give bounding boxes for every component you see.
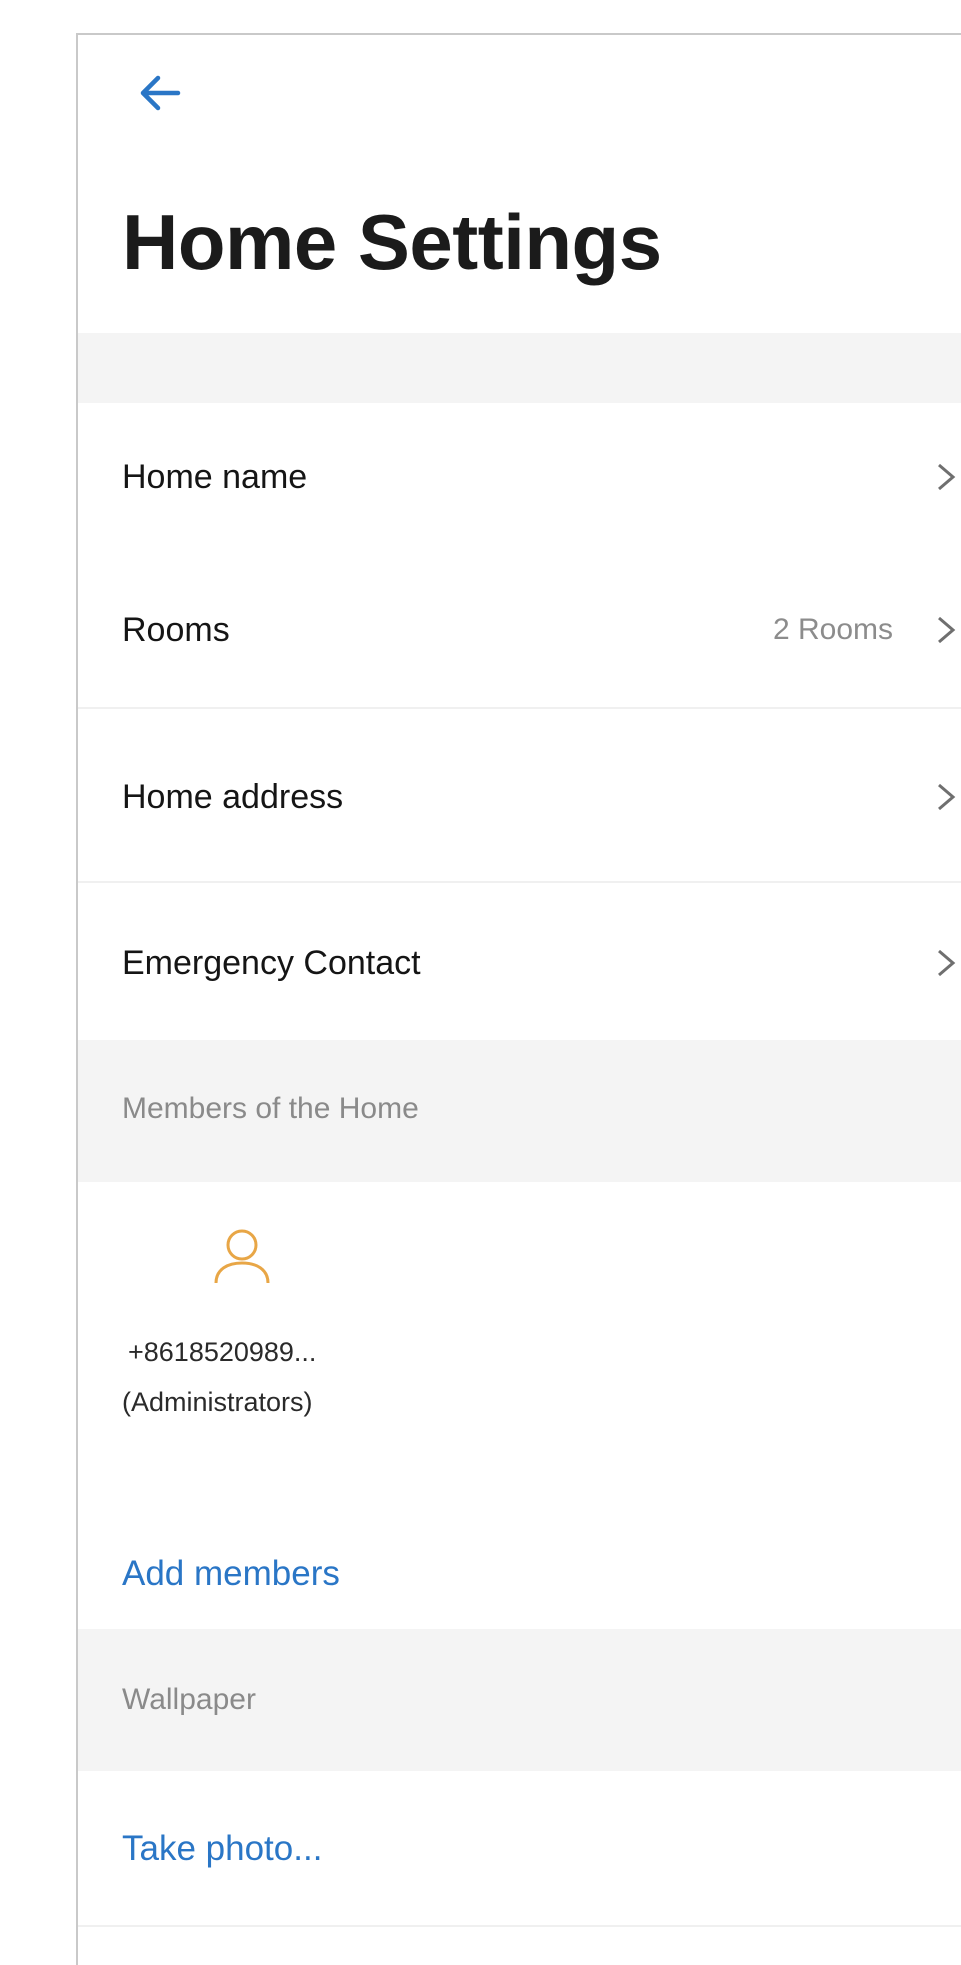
- back-button[interactable]: [132, 65, 188, 121]
- emergency-contact-label: Emergency Contact: [122, 943, 421, 982]
- arrow-left-icon: [140, 75, 181, 111]
- member-phone: +8618520989...: [128, 1337, 317, 1367]
- person-icon: [214, 1229, 270, 1284]
- home-address-label: Home address: [122, 777, 344, 816]
- rooms-row[interactable]: Rooms 2 Rooms: [78, 556, 961, 704]
- chevron-right-icon: [938, 463, 956, 491]
- section-gap: [78, 333, 961, 403]
- emergency-contact-row[interactable]: Emergency Contact: [78, 889, 961, 1037]
- add-members-link[interactable]: Add members: [122, 1554, 340, 1594]
- page-title: Home Settings: [122, 198, 662, 286]
- wallpaper-section-title: Wallpaper: [122, 1683, 256, 1716]
- wallpaper-section-background: Wallpaper: [78, 1629, 961, 1771]
- phone-screen: Home Settings Home name Rooms 2 Rooms Ho…: [76, 33, 961, 1965]
- home-address-row[interactable]: Home address: [78, 723, 961, 871]
- chevron-right-icon: [938, 616, 956, 644]
- rooms-count: 2 Rooms: [772, 613, 893, 646]
- divider: [78, 1925, 961, 1927]
- chevron-right-icon: [938, 783, 956, 811]
- home-name-row[interactable]: Home name: [78, 403, 961, 551]
- member-card[interactable]: +8618520989... (Administrators): [122, 1225, 372, 1465]
- divider: [78, 707, 961, 709]
- members-section-background: Members of the Home: [78, 1040, 961, 1182]
- take-photo-link[interactable]: Take photo...: [122, 1829, 322, 1869]
- home-name-label: Home name: [122, 457, 308, 496]
- member-role: (Administrators): [122, 1387, 313, 1417]
- rooms-label: Rooms: [122, 610, 230, 649]
- divider: [78, 881, 961, 883]
- chevron-right-icon: [938, 949, 956, 977]
- members-section-title: Members of the Home: [122, 1092, 419, 1125]
